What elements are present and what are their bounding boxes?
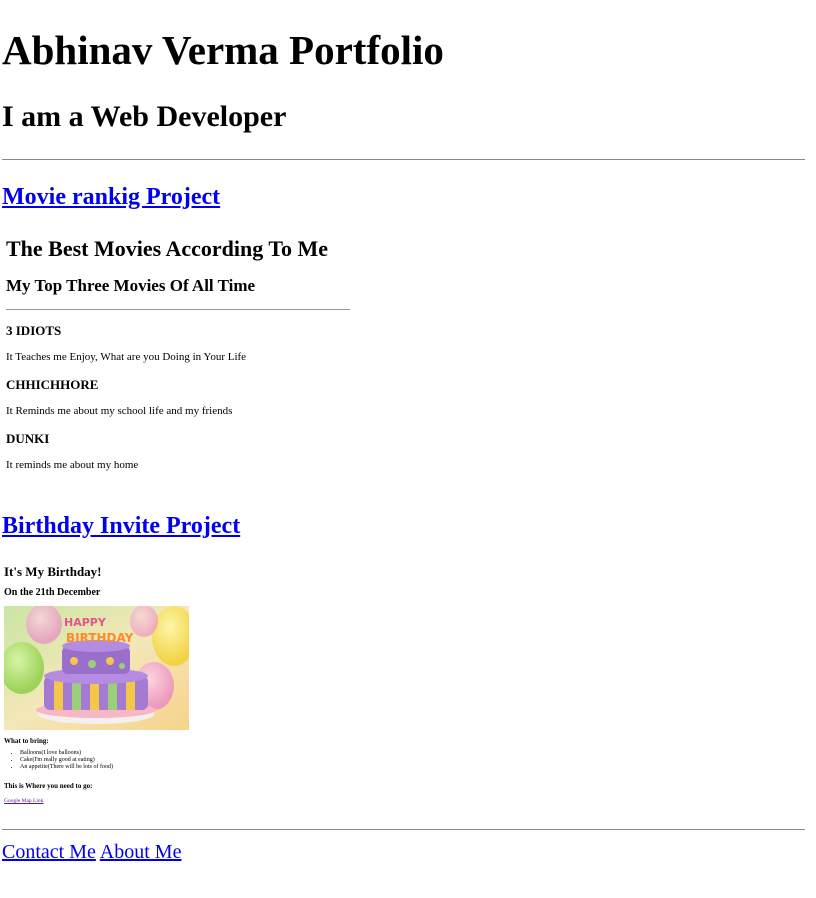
movie-title: 3 IDIOTS: [6, 323, 62, 338]
google-map-link[interactable]: Google Map Link: [4, 798, 43, 804]
list-item: An appetite(There will be lots of food): [20, 764, 113, 771]
movie-divider: [6, 309, 350, 310]
list-item: Balloons(I love balloons): [20, 750, 113, 757]
divider-top: [2, 159, 805, 160]
where-heading: This is Where you need to go:: [4, 782, 93, 790]
birthday-project-preview: It's My Birthday! On the 21th December H…: [4, 562, 304, 812]
page-title: Abhinav Verma Portfolio: [2, 27, 444, 73]
about-me-link[interactable]: About Me: [100, 841, 182, 863]
birthday-date: On the 21th December: [4, 587, 101, 598]
svg-text:BIRTHDAY: BIRTHDAY: [66, 631, 134, 645]
birthday-title: It's My Birthday!: [4, 564, 102, 579]
movie-title: DUNKI: [6, 431, 50, 446]
movie-description: It Reminds me about my school life and m…: [6, 405, 233, 417]
svg-text:HAPPY: HAPPY: [64, 616, 107, 629]
divider-bottom: [2, 829, 805, 830]
movie-page-subtitle: My Top Three Movies Of All Time: [6, 276, 256, 295]
movie-project-preview: The Best Movies According To Me My Top T…: [6, 232, 351, 482]
what-to-bring-heading: What to bring:: [4, 737, 49, 745]
movie-project-link[interactable]: Movie rankig Project: [2, 184, 220, 211]
birthday-cake-image: HAPPY BIRTHDAY: [4, 606, 189, 730]
movie-title: CHHICHHORE: [6, 377, 99, 392]
contact-me-link[interactable]: Contact Me: [2, 841, 96, 863]
footer-links: Contact Me About Me: [2, 841, 181, 864]
movie-description: It Teaches me Enjoy, What are you Doing …: [6, 351, 247, 363]
movie-description: It reminds me about my home: [6, 459, 139, 471]
movie-page-title: The Best Movies According To Me: [6, 236, 329, 261]
bring-list: Balloons(I love balloons) Cake(I'm reall…: [4, 750, 113, 771]
page-subtitle: I am a Web Developer: [2, 100, 287, 133]
list-item: Cake(I'm really good at eating): [20, 757, 113, 764]
birthday-project-link[interactable]: Birthday Invite Project: [2, 513, 240, 540]
